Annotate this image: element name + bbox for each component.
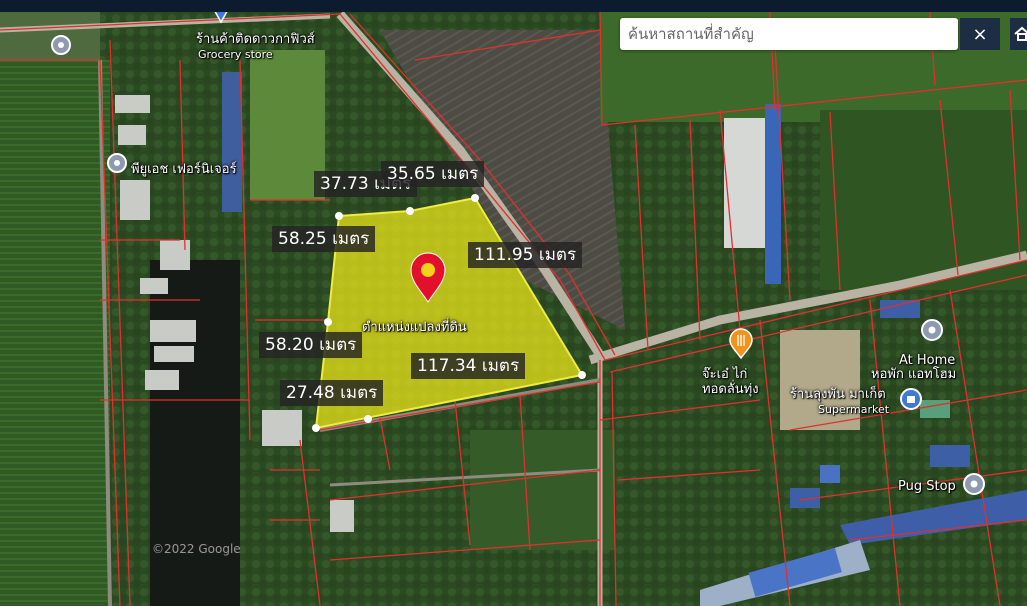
vertex [471,194,479,202]
poi-grocery-name[interactable]: ร้านค้าติดดาวกาฟิวส์ [196,33,315,47]
vertex [324,318,332,326]
home-button[interactable] [1010,18,1027,50]
vertex [312,424,320,432]
poi-pin-icon[interactable] [963,473,985,495]
satellite-map[interactable] [0,12,1027,606]
poi-athome-th: หอพัก แอทโฮม [871,367,957,382]
poi-pin-icon[interactable] [921,319,943,341]
poi-pin-icon[interactable] [51,35,71,55]
poi-supermarket-type: Supermarket [818,403,890,416]
warehouse-blue [765,104,781,284]
dimension-label: 58.25 เมตร [272,226,376,252]
close-icon: × [972,23,988,45]
shopping-bag-icon[interactable] [900,388,922,410]
vertex [578,371,586,379]
poi-grocery-type: Grocery store [198,48,273,61]
map-attribution: ©2022 Google [152,542,241,556]
search-box[interactable] [620,18,958,50]
top-bar [0,0,1027,12]
search-input[interactable] [620,18,958,50]
poi-pugstop[interactable]: Pug Stop [898,480,956,494]
home-icon [1014,26,1027,41]
dimension-label: 27.48 เมตร [280,380,384,406]
field-lower-right [470,430,615,550]
dimension-label: 111.95 เมตร [468,242,583,268]
close-button[interactable]: × [960,18,1000,50]
blue-building-left [222,72,242,212]
vertex [364,415,372,423]
vertex [406,207,414,215]
dimension-label: 58.20 เมตร [259,332,363,358]
field-left [0,60,110,606]
poi-furniture[interactable]: พียูเอช เฟอร์นิเจอร์ [131,163,237,177]
poi-pin-icon[interactable] [107,153,127,173]
parcel-location-label: ตำแหน่งแปลงที่ดิน [362,320,467,335]
poi-chicken-line1[interactable]: จ๊ะเอ๋ ไก่ [702,368,747,382]
poi-athome-en[interactable]: At Home [899,354,955,368]
dimension-label: 35.65 เมตร [381,161,485,187]
poi-chicken-line2: ทอดลั่นทุ่ง [702,382,759,397]
vertex [335,212,343,220]
field-top-left [0,12,100,60]
dimension-label: 117.34 เมตร [411,353,526,379]
poi-supermarket-th[interactable]: ร้านลุงพัน มาเก็ต [790,388,886,402]
